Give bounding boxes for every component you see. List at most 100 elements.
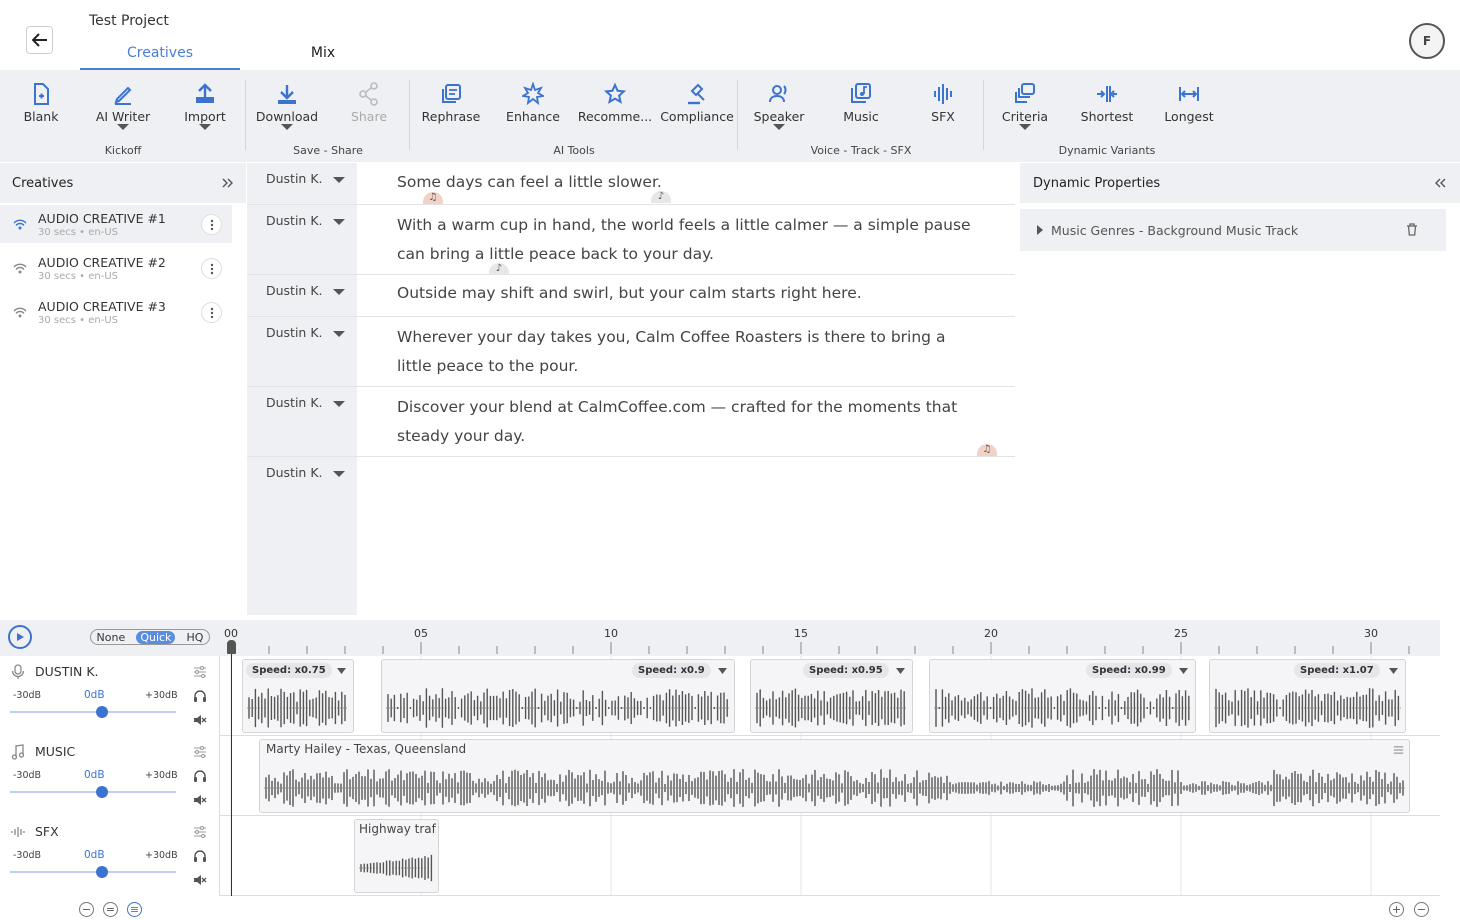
trash-icon[interactable] xyxy=(1406,223,1418,236)
shortest-button[interactable]: Shortest xyxy=(1066,82,1148,124)
script-line[interactable]: Dustin K. Some days can feel a little sl… xyxy=(247,163,1015,205)
quality-option-none[interactable]: None xyxy=(97,631,126,644)
voice-clip[interactable]: Speed: x0.9 xyxy=(381,659,735,733)
music-button[interactable]: Music xyxy=(820,82,902,124)
speed-badge[interactable]: Speed: x0.95 xyxy=(803,663,889,678)
chevron-down-icon[interactable] xyxy=(718,668,727,674)
voice-clip[interactable]: Speed: x0.99 xyxy=(929,659,1196,733)
creative-item[interactable]: AUDIO CREATIVE #3 30 secs • en-US xyxy=(0,293,246,331)
creative-item[interactable]: AUDIO CREATIVE #2 30 secs • en-US xyxy=(0,249,246,287)
volume-knob[interactable] xyxy=(96,706,108,718)
avatar[interactable]: F xyxy=(1409,23,1445,59)
dynamic-property-row[interactable]: Music Genres - Background Music Track xyxy=(1020,209,1446,251)
back-button[interactable] xyxy=(26,26,53,54)
play-button[interactable] xyxy=(8,625,32,649)
creative-item[interactable]: AUDIO CREATIVE #1 30 secs • en-US xyxy=(0,205,232,243)
script-line[interactable]: Dustin K. Discover your blend at CalmCof… xyxy=(247,387,1015,457)
mute-icon[interactable] xyxy=(193,874,207,886)
line-text[interactable]: With a warm cup in hand, the world feels… xyxy=(397,211,977,269)
recommend-button[interactable]: Recomme... xyxy=(574,82,656,124)
chevron-down-icon[interactable] xyxy=(337,668,346,674)
speaker-select[interactable]: Dustin K. xyxy=(247,163,357,204)
download-button[interactable]: Download xyxy=(246,82,328,130)
headphones-icon[interactable] xyxy=(193,689,207,703)
import-button[interactable]: Import xyxy=(164,82,246,130)
mute-icon[interactable] xyxy=(193,794,207,806)
line-text[interactable]: Outside may shift and swirl, but your ca… xyxy=(397,279,977,308)
sliders-icon[interactable] xyxy=(193,826,207,838)
headphones-icon[interactable] xyxy=(193,849,207,863)
tab-mix[interactable]: Mix xyxy=(243,45,403,61)
music-clip[interactable]: Marty Hailey - Texas, Queensland xyxy=(259,739,1410,813)
tab-creatives[interactable]: Creatives xyxy=(80,45,240,70)
speed-badge[interactable]: Speed: x0.99 xyxy=(1086,663,1172,678)
project-title: Test Project xyxy=(89,13,169,29)
chevron-down-icon[interactable] xyxy=(896,668,905,674)
longest-button[interactable]: Longest xyxy=(1148,82,1230,124)
music-marker-icon[interactable]: ♫ xyxy=(977,444,997,456)
volume-slider[interactable] xyxy=(10,706,176,718)
share-button[interactable]: Share xyxy=(328,82,410,124)
speaker-select[interactable]: Dustin K. xyxy=(247,457,357,497)
headphones-icon[interactable] xyxy=(193,769,207,783)
playhead[interactable] xyxy=(231,642,232,896)
more-options-button[interactable] xyxy=(201,214,222,235)
sfx-button[interactable]: SFX xyxy=(902,82,984,124)
zoom-out-icon[interactable]: − xyxy=(1414,902,1429,917)
speed-badge[interactable]: Speed: x1.07 xyxy=(1294,663,1380,678)
speaker-name: Dustin K. xyxy=(266,171,323,186)
chevron-down-icon[interactable] xyxy=(1179,668,1188,674)
sfx-clip[interactable]: Highway traf xyxy=(354,819,439,893)
voice-clip[interactable]: Speed: x0.95 xyxy=(750,659,913,733)
more-options-button[interactable] xyxy=(201,302,222,323)
tick-label: 10 xyxy=(604,627,618,640)
script-line[interactable]: Dustin K. xyxy=(247,457,1015,497)
script-line[interactable]: Dustin K. Outside may shift and swirl, b… xyxy=(247,275,1015,317)
sliders-icon[interactable] xyxy=(193,746,207,758)
sliders-icon[interactable] xyxy=(1393,745,1404,755)
script-line[interactable]: Dustin K. Wherever your day takes you, C… xyxy=(247,317,1015,387)
speed-badge[interactable]: Speed: x0.75 xyxy=(246,663,332,678)
more-options-button[interactable] xyxy=(201,258,222,279)
voice-clip[interactable]: Speed: x0.75 xyxy=(242,659,354,733)
chevron-down-icon[interactable] xyxy=(1389,668,1398,674)
quality-option-quick[interactable]: Quick xyxy=(136,630,176,644)
criteria-button[interactable]: Criteria xyxy=(984,82,1066,130)
sliders-icon[interactable] xyxy=(193,666,207,678)
line-text[interactable]: Some days can feel a little slower. xyxy=(397,168,977,197)
zoom-in-icon[interactable]: + xyxy=(1389,902,1404,917)
chevrons-right-icon[interactable] xyxy=(222,177,234,189)
speaker-select[interactable]: Dustin K. xyxy=(247,317,357,386)
speed-badge[interactable]: Speed: x0.9 xyxy=(632,663,711,678)
line-text[interactable]: Wherever your day takes you, Calm Coffee… xyxy=(397,323,977,381)
volume-knob[interactable] xyxy=(96,786,108,798)
mute-icon[interactable] xyxy=(193,714,207,726)
volume-slider[interactable] xyxy=(10,786,176,798)
music-library-icon xyxy=(851,83,871,103)
zoom-fit-icon[interactable]: = xyxy=(103,902,118,917)
blank-button[interactable]: Blank xyxy=(0,82,82,124)
zoom-out-icon[interactable]: − xyxy=(79,902,94,917)
playhead-handle[interactable] xyxy=(227,640,236,654)
compliance-button[interactable]: Compliance xyxy=(656,82,738,124)
group-label-voice-track-sfx: Voice - Track - SFX xyxy=(810,144,912,157)
db-current: 0dB xyxy=(84,849,105,861)
speaker-select[interactable]: Dustin K. xyxy=(247,387,357,456)
speaker-select[interactable]: Dustin K. xyxy=(247,275,357,316)
quality-option-hq[interactable]: HQ xyxy=(187,631,204,644)
enhance-button[interactable]: Enhance xyxy=(492,82,574,124)
quality-toggle[interactable]: None Quick HQ xyxy=(90,629,210,645)
speaker-select[interactable]: Dustin K. xyxy=(247,205,357,274)
download-label: Download xyxy=(255,109,319,124)
rephrase-button[interactable]: Rephrase xyxy=(410,82,492,124)
zoom-detail-icon[interactable]: ≡ xyxy=(127,902,142,917)
script-line[interactable]: Dustin K. With a warm cup in hand, the w… xyxy=(247,205,1015,275)
voice-clip[interactable]: Speed: x1.07 xyxy=(1209,659,1406,733)
line-text[interactable]: Discover your blend at CalmCoffee.com — … xyxy=(397,393,977,451)
volume-knob[interactable] xyxy=(96,866,108,878)
speaker-button[interactable]: Speaker xyxy=(738,82,820,130)
ai-writer-button[interactable]: AI Writer xyxy=(82,82,164,130)
chevrons-left-icon[interactable] xyxy=(1434,177,1446,189)
volume-slider[interactable] xyxy=(10,866,176,878)
tick-label: 15 xyxy=(794,627,808,640)
